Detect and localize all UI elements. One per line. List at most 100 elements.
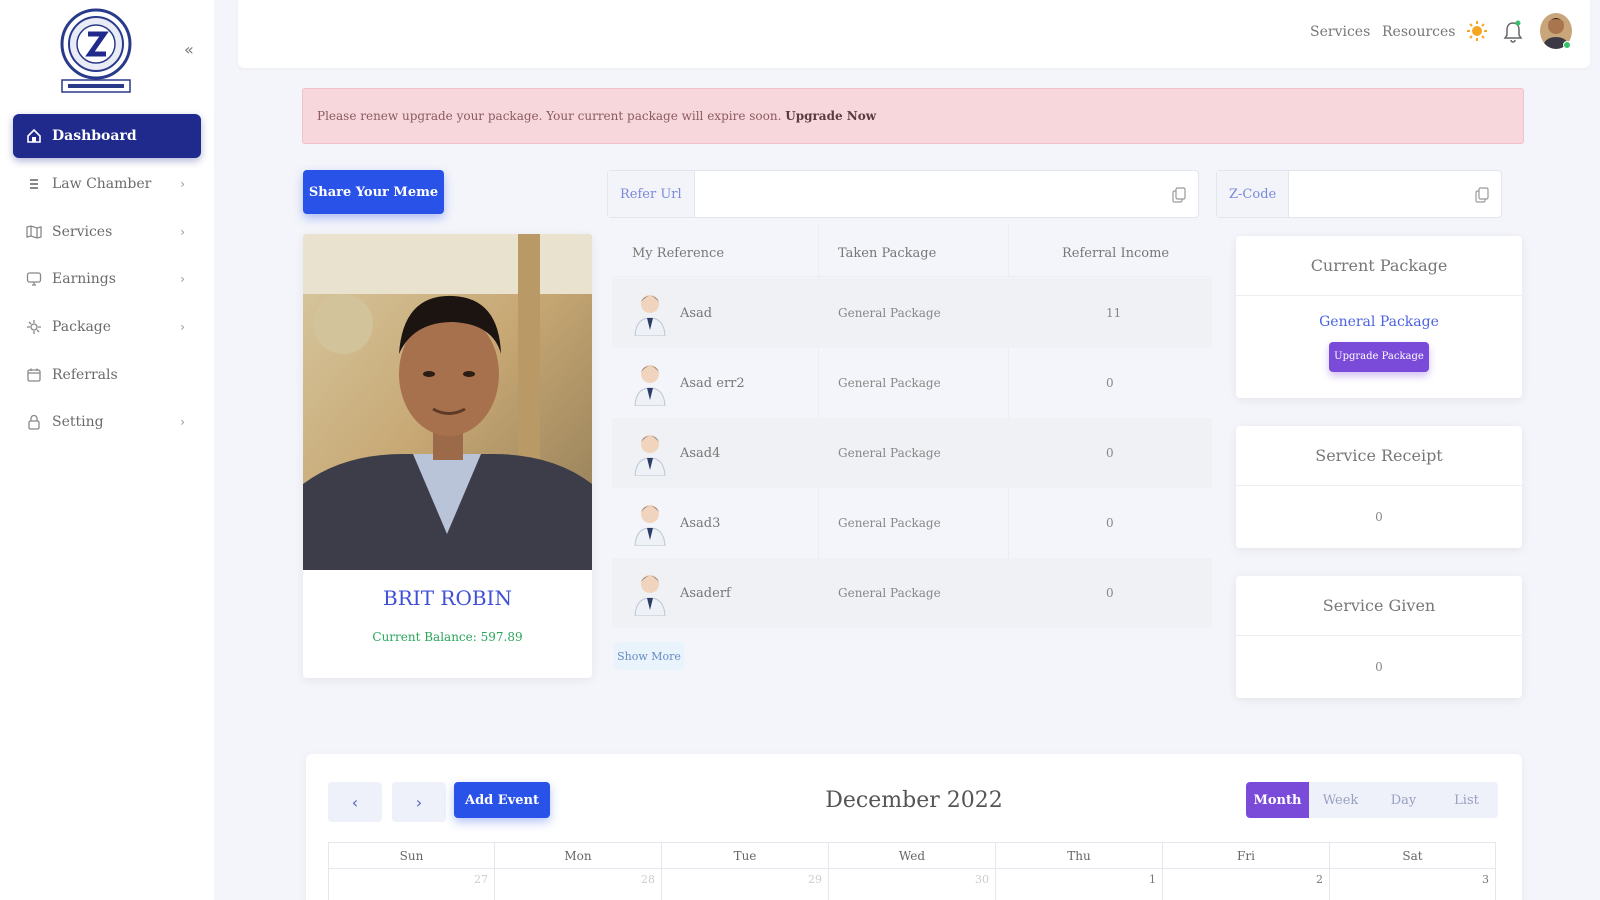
alert-text: Please renew upgrade your package. Your … bbox=[317, 109, 782, 123]
online-status-indicator bbox=[1563, 41, 1571, 49]
collapse-sidebar-icon[interactable]: « bbox=[184, 40, 194, 59]
calendar: ‹ › Add Event December 2022 Month Week D… bbox=[306, 754, 1522, 900]
sidebar-item-services[interactable]: Services › bbox=[13, 210, 201, 254]
current-package-card: Current Package General Package Upgrade … bbox=[1236, 236, 1522, 398]
nav-link-services[interactable]: Services bbox=[1310, 24, 1370, 40]
reference-income: 0 bbox=[1106, 446, 1114, 460]
chevron-right-icon: › bbox=[180, 320, 185, 334]
column-header: Taken Package bbox=[838, 246, 937, 261]
sidebar-item-label: Dashboard bbox=[52, 128, 137, 144]
view-day-button[interactable]: Day bbox=[1372, 782, 1435, 818]
z-code-input[interactable] bbox=[1289, 171, 1501, 217]
sidebar-item-label: Setting bbox=[52, 414, 104, 430]
sidebar-item-dashboard[interactable]: Dashboard bbox=[13, 114, 201, 158]
reference-income: 0 bbox=[1106, 586, 1114, 600]
top-bar: Services Resources bbox=[238, 0, 1590, 68]
day-of-week-header: Sun bbox=[328, 843, 495, 869]
lock-icon bbox=[25, 413, 43, 431]
profile-photo bbox=[303, 234, 592, 570]
user-avatar-icon bbox=[632, 290, 668, 337]
service-given-card: Service Given 0 bbox=[1236, 576, 1522, 698]
copy-icon[interactable] bbox=[1172, 187, 1186, 207]
reference-name: Asad3 bbox=[680, 516, 721, 531]
table-row[interactable]: Asaderf General Package 0 bbox=[612, 558, 1212, 628]
table-row[interactable]: Asad General Package 11 bbox=[612, 278, 1212, 348]
sidebar-item-package[interactable]: Package › bbox=[13, 305, 201, 349]
reference-income: 11 bbox=[1106, 306, 1122, 320]
sun-icon[interactable] bbox=[1466, 20, 1488, 46]
monitor-icon bbox=[25, 270, 43, 288]
reference-package: General Package bbox=[838, 446, 941, 460]
view-list-button[interactable]: List bbox=[1435, 782, 1498, 818]
reference-income: 0 bbox=[1106, 376, 1114, 390]
reference-package: General Package bbox=[838, 376, 941, 390]
view-month-button[interactable]: Month bbox=[1246, 782, 1309, 818]
service-receipt-card: Service Receipt 0 bbox=[1236, 426, 1522, 548]
sidebar-item-label: Referrals bbox=[52, 367, 118, 383]
calendar-day-cell[interactable]: 30 bbox=[829, 869, 996, 900]
reference-income: 0 bbox=[1106, 516, 1114, 530]
calendar-day-cell[interactable]: 1 bbox=[996, 869, 1163, 900]
refer-url-group: Refer Url bbox=[607, 170, 1199, 218]
day-of-week-header: Mon bbox=[495, 843, 662, 869]
reference-name: Asad4 bbox=[680, 446, 721, 461]
settings-icon bbox=[25, 318, 43, 336]
reference-name: Asad err2 bbox=[680, 376, 745, 391]
day-of-week-header: Tue bbox=[662, 843, 829, 869]
sidebar-item-label: Package bbox=[52, 319, 112, 335]
share-your-meme-button[interactable]: Share Your Meme bbox=[303, 170, 444, 214]
calendar-day-cell[interactable]: 29 bbox=[662, 869, 829, 900]
view-week-button[interactable]: Week bbox=[1309, 782, 1372, 818]
card-title: Current Package bbox=[1236, 236, 1522, 296]
chevron-right-icon: › bbox=[180, 415, 185, 429]
column-header: My Reference bbox=[632, 246, 725, 261]
day-of-week-header: Wed bbox=[829, 843, 996, 869]
calendar-day-cell[interactable]: 27 bbox=[328, 869, 495, 900]
chevron-right-icon: › bbox=[180, 225, 185, 239]
copy-icon[interactable] bbox=[1475, 187, 1489, 207]
calendar-icon bbox=[25, 366, 43, 384]
reference-name: Asad bbox=[680, 306, 713, 321]
sidebar-item-label: Earnings bbox=[52, 271, 116, 287]
table-row[interactable]: Asad3 General Package 0 bbox=[612, 488, 1212, 558]
sidebar-item-label: Services bbox=[52, 224, 113, 240]
refer-url-input[interactable] bbox=[694, 171, 1198, 217]
reference-package: General Package bbox=[838, 306, 941, 320]
table-row[interactable]: Asad err2 General Package 0 bbox=[612, 348, 1212, 418]
chevron-right-icon: › bbox=[180, 177, 185, 191]
refer-url-label: Refer Url bbox=[608, 171, 695, 217]
profile-card: BRIT ROBIN Current Balance: 597.89 bbox=[303, 234, 592, 678]
reference-name: Asaderf bbox=[680, 586, 731, 601]
user-avatar-icon bbox=[632, 500, 668, 547]
calendar-view-switcher: Month Week Day List bbox=[1246, 782, 1498, 818]
sidebar-item-law-chamber[interactable]: Law Chamber › bbox=[13, 162, 201, 206]
current-balance: Current Balance: 597.89 bbox=[372, 630, 523, 644]
upgrade-package-button[interactable]: Upgrade Package bbox=[1329, 342, 1429, 372]
sidebar-item-setting[interactable]: Setting › bbox=[13, 400, 201, 444]
calendar-day-cell[interactable]: 2 bbox=[1163, 869, 1330, 900]
sidebar-item-earnings[interactable]: Earnings › bbox=[13, 257, 201, 301]
map-icon bbox=[25, 223, 43, 241]
home-icon bbox=[25, 127, 43, 145]
bell-icon[interactable] bbox=[1503, 20, 1523, 48]
column-header: Referral Income bbox=[1062, 246, 1170, 261]
current-package-link[interactable]: General Package bbox=[1236, 314, 1522, 330]
table-row[interactable]: Asad4 General Package 0 bbox=[612, 418, 1212, 488]
upgrade-now-link[interactable]: Upgrade Now bbox=[785, 109, 876, 123]
calendar-grid: Sun Mon Tue Wed Thu Fri Sat 27 28 29 30 … bbox=[328, 842, 1496, 900]
calendar-day-cell[interactable]: 3 bbox=[1330, 869, 1496, 900]
nav-link-resources[interactable]: Resources bbox=[1382, 24, 1455, 40]
reference-package: General Package bbox=[838, 516, 941, 530]
sidebar-item-referrals[interactable]: Referrals bbox=[13, 353, 201, 397]
show-more-button[interactable]: Show More bbox=[614, 642, 684, 670]
reference-package: General Package bbox=[838, 586, 941, 600]
day-of-week-header: Fri bbox=[1163, 843, 1330, 869]
calendar-day-cell[interactable]: 28 bbox=[495, 869, 662, 900]
upgrade-alert: Please renew upgrade your package. Your … bbox=[302, 88, 1524, 144]
logo[interactable] bbox=[58, 4, 134, 96]
card-title: Service Receipt bbox=[1236, 426, 1522, 486]
sidebar-item-label: Law Chamber bbox=[52, 176, 152, 192]
day-of-week-header: Sat bbox=[1330, 843, 1496, 869]
card-title: Service Given bbox=[1236, 576, 1522, 636]
sidebar: « Dashboard Law Chamber › Services › Ear… bbox=[0, 0, 214, 900]
